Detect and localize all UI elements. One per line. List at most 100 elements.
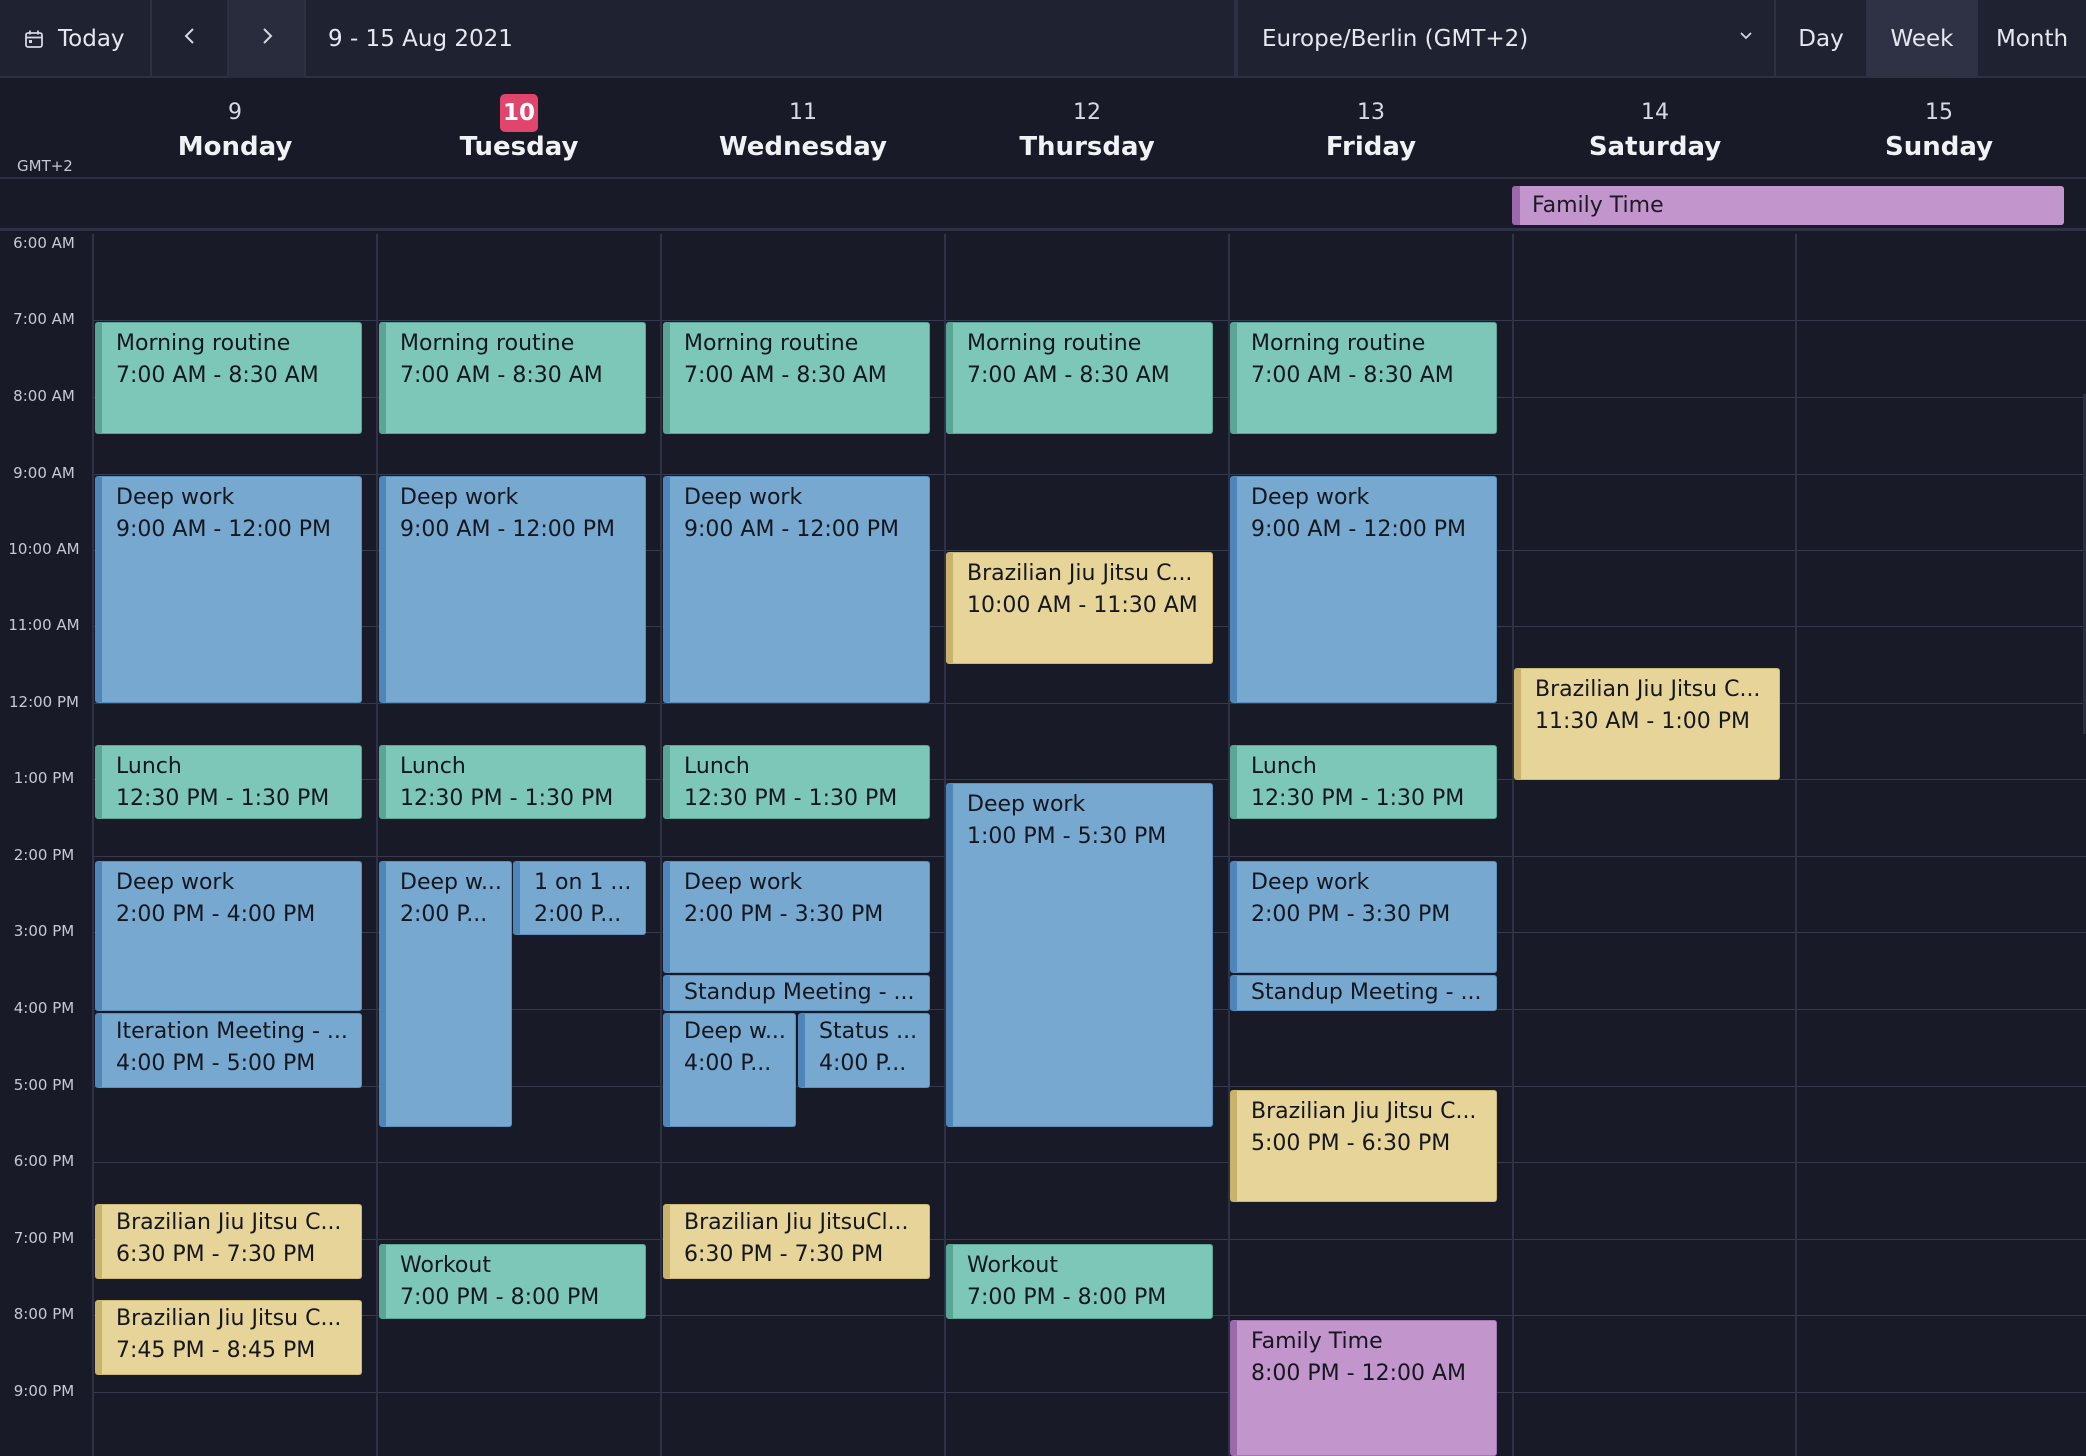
day-number: 13 — [1357, 100, 1385, 125]
hour-label: 6:00 AM — [13, 234, 75, 252]
event-title: Brazilian Jiu Jitsu C... — [116, 1306, 342, 1331]
event-standup-meeting[interactable]: Standup Meeting - ... — [1230, 975, 1497, 1011]
event-family-time[interactable]: Family Time 8:00 PM - 12:00 AM — [1230, 1320, 1497, 1456]
event-standup-meeting[interactable]: Standup Meeting - ... — [663, 975, 930, 1011]
event-lunch[interactable]: Lunch 12:30 PM - 1:30 PM — [663, 745, 930, 819]
event-morning-routine[interactable]: Morning routine 7:00 AM - 8:30 AM — [379, 322, 646, 434]
view-month-button[interactable]: Month — [1978, 0, 2086, 78]
event-title: Deep work — [116, 870, 235, 895]
today-button[interactable]: Today — [0, 0, 152, 78]
hour-label: 1:00 PM — [13, 769, 75, 787]
event-time: 1:00 PM - 5:30 PM — [967, 824, 1167, 849]
event-time: 7:00 AM - 8:30 AM — [400, 363, 603, 388]
hour-label: 6:00 PM — [13, 1152, 75, 1170]
day-header: GMT+2 9 Monday 10 Tuesday 11 Wednesday 1… — [0, 80, 2086, 179]
event-deep-work[interactable]: Deep w... 2:00 P... — [379, 861, 512, 1127]
day-header-thursday[interactable]: 12 Thursday — [945, 80, 1229, 179]
hour-gridline — [93, 320, 2086, 321]
event-deep-work[interactable]: Deep work 2:00 PM - 3:30 PM — [1230, 861, 1497, 973]
event-iteration-meeting[interactable]: Iteration Meeting - ... 4:00 PM - 5:00 P… — [95, 1013, 362, 1088]
gmt-offset-label: GMT+2 — [17, 157, 73, 175]
timezone-select[interactable]: Europe/Berlin (GMT+2) — [1236, 0, 1776, 78]
event-title: Deep work — [116, 485, 235, 510]
day-number: 14 — [1641, 100, 1669, 125]
event-time: 2:00 PM - 4:00 PM — [116, 902, 316, 927]
event-workout[interactable]: Workout 7:00 PM - 8:00 PM — [379, 1244, 646, 1319]
all-day-event-family-time[interactable]: Family Time — [1512, 186, 2064, 225]
hour-label: 9:00 AM — [13, 464, 75, 482]
event-time: 9:00 AM - 12:00 PM — [684, 517, 899, 542]
event-bjj-class[interactable]: Brazilian Jiu Jitsu C... 6:30 PM - 7:30 … — [95, 1204, 362, 1279]
event-morning-routine[interactable]: Morning routine 7:00 AM - 8:30 AM — [1230, 322, 1497, 434]
timezone-value: Europe/Berlin (GMT+2) — [1262, 26, 1529, 52]
event-one-on-one[interactable]: 1 on 1 ... 2:00 P... — [513, 861, 646, 935]
event-title: Morning routine — [400, 331, 575, 356]
event-deep-work[interactable]: Deep work 9:00 AM - 12:00 PM — [95, 476, 362, 703]
day-header-sunday[interactable]: 15 Sunday — [1797, 80, 2081, 179]
event-deep-work[interactable]: Deep work 9:00 AM - 12:00 PM — [1230, 476, 1497, 703]
day-number: 11 — [789, 100, 817, 125]
event-deep-work[interactable]: Deep work 2:00 PM - 4:00 PM — [95, 861, 362, 1011]
event-time: 2:00 PM - 3:30 PM — [1251, 902, 1451, 927]
event-lunch[interactable]: Lunch 12:30 PM - 1:30 PM — [379, 745, 646, 819]
chevron-down-icon — [1738, 30, 1754, 42]
event-bjj-class[interactable]: Brazilian Jiu Jitsu C... 10:00 AM - 11:3… — [946, 552, 1213, 664]
event-morning-routine[interactable]: Morning routine 7:00 AM - 8:30 AM — [946, 322, 1213, 434]
event-title: Iteration Meeting - ... — [116, 1019, 348, 1044]
event-title: Status ... — [819, 1019, 918, 1044]
hour-label: 3:00 PM — [13, 922, 75, 940]
event-morning-routine[interactable]: Morning routine 7:00 AM - 8:30 AM — [95, 322, 362, 434]
hour-gridline — [93, 703, 2086, 704]
event-time: 10:00 AM - 11:30 AM — [967, 593, 1198, 618]
event-title: Standup Meeting - ... — [1251, 980, 1482, 1005]
event-title: Brazilian Jiu JitsuCl... — [684, 1210, 909, 1235]
event-title: Deep work — [967, 792, 1086, 817]
event-title: Workout — [967, 1253, 1058, 1278]
event-time: 7:45 PM - 8:45 PM — [116, 1338, 316, 1363]
event-workout[interactable]: Workout 7:00 PM - 8:00 PM — [946, 1244, 1213, 1319]
event-time: 4:00 PM - 5:00 PM — [116, 1051, 316, 1076]
event-title: Deep work — [400, 485, 519, 510]
day-header-monday[interactable]: 9 Monday — [93, 80, 377, 179]
event-time: 7:00 PM - 8:00 PM — [400, 1285, 600, 1310]
event-time: 7:00 AM - 8:30 AM — [1251, 363, 1454, 388]
event-time: 9:00 AM - 12:00 PM — [1251, 517, 1466, 542]
hour-gridline — [93, 1392, 2086, 1393]
event-lunch[interactable]: Lunch 12:30 PM - 1:30 PM — [95, 745, 362, 819]
event-time: 4:00 P... — [684, 1051, 772, 1076]
event-bjj-class[interactable]: Brazilian Jiu Jitsu C... 5:00 PM - 6:30 … — [1230, 1090, 1497, 1202]
calendar-icon — [24, 29, 44, 49]
previous-week-button[interactable] — [152, 0, 229, 78]
day-column-divider — [92, 234, 94, 1456]
event-morning-routine[interactable]: Morning routine 7:00 AM - 8:30 AM — [663, 322, 930, 434]
event-bjj-class[interactable]: Brazilian Jiu Jitsu C... 11:30 AM - 1:00… — [1514, 668, 1780, 780]
hour-label: 8:00 PM — [13, 1305, 75, 1323]
event-time: 11:30 AM - 1:00 PM — [1535, 709, 1750, 734]
event-time: 12:30 PM - 1:30 PM — [116, 786, 330, 811]
toolbar: Today 9 - 15 Aug 2021 Europe/Berlin (GMT… — [0, 0, 2086, 78]
event-deep-work[interactable]: Deep w... 4:00 P... — [663, 1013, 796, 1127]
day-header-friday[interactable]: 13 Friday — [1229, 80, 1513, 179]
hour-gridline — [93, 1239, 2086, 1240]
event-title: Deep work — [1251, 485, 1370, 510]
hour-label: 4:00 PM — [13, 999, 75, 1017]
event-deep-work[interactable]: Deep work 2:00 PM - 3:30 PM — [663, 861, 930, 973]
day-header-saturday[interactable]: 14 Saturday — [1513, 80, 1797, 179]
event-lunch[interactable]: Lunch 12:30 PM - 1:30 PM — [1230, 745, 1497, 819]
next-week-button[interactable] — [229, 0, 306, 78]
day-number: 15 — [1925, 100, 1953, 125]
event-deep-work[interactable]: Deep work 9:00 AM - 12:00 PM — [663, 476, 930, 703]
event-bjj-class[interactable]: Brazilian Jiu Jitsu C... 7:45 PM - 8:45 … — [95, 1300, 362, 1375]
event-title: Morning routine — [684, 331, 859, 356]
hour-gridline — [93, 474, 2086, 475]
day-header-tuesday[interactable]: 10 Tuesday — [377, 80, 661, 179]
event-title: Standup Meeting - ... — [684, 980, 915, 1005]
event-deep-work[interactable]: Deep work 1:00 PM - 5:30 PM — [946, 783, 1213, 1127]
view-day-button[interactable]: Day — [1776, 0, 1868, 78]
event-bjj-class[interactable]: Brazilian Jiu JitsuCl... 6:30 PM - 7:30 … — [663, 1204, 930, 1279]
day-header-wednesday[interactable]: 11 Wednesday — [661, 80, 945, 179]
event-status-meeting[interactable]: Status ... 4:00 P... — [798, 1013, 930, 1088]
event-title: Lunch — [116, 754, 182, 779]
view-week-button[interactable]: Week — [1868, 0, 1978, 78]
event-deep-work[interactable]: Deep work 9:00 AM - 12:00 PM — [379, 476, 646, 703]
